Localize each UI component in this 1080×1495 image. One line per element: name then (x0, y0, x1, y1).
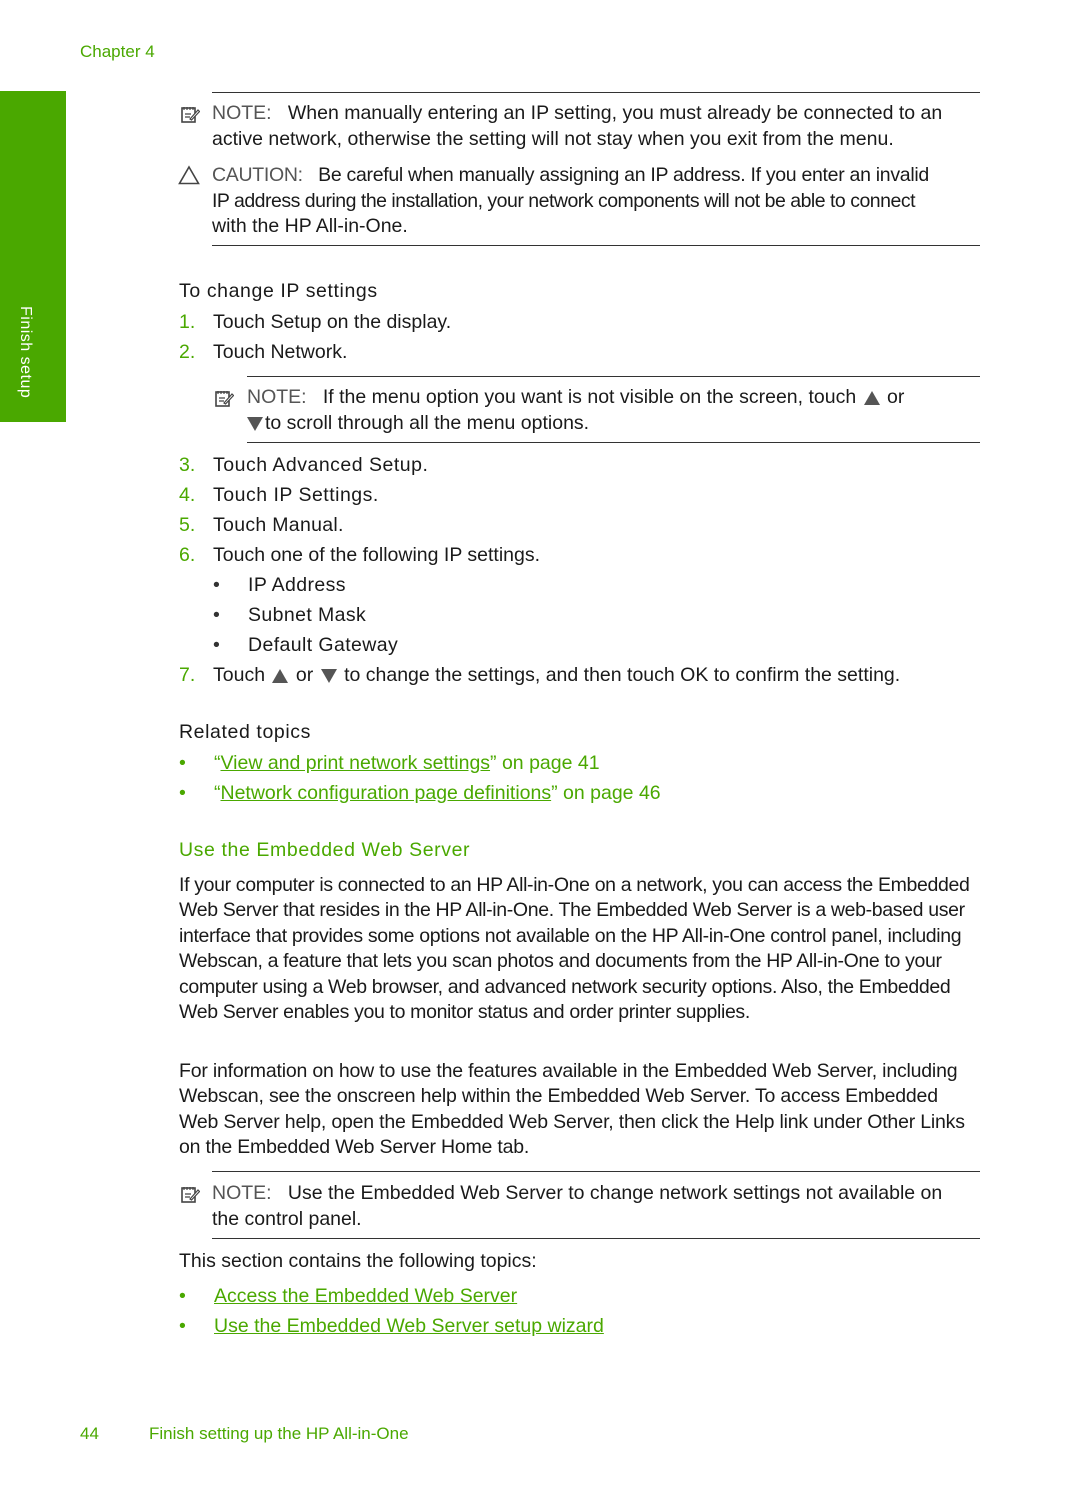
note-line: NOTE: Use the Embedded Web Server to cha… (212, 1182, 943, 1204)
caution-text: Be careful when manually assigning an IP… (318, 164, 929, 186)
step-3: 3. Touch Advanced Setup. (179, 454, 429, 476)
step-1: 1. Touch Setup on the display. (179, 311, 452, 333)
topic-link[interactable]: Use the Embedded Web Server setup wizard (214, 1315, 604, 1337)
caution-label: CAUTION: (212, 164, 303, 186)
down-arrow-icon (320, 668, 337, 683)
caution-icon (178, 165, 200, 185)
note-icon (181, 107, 200, 123)
divider (212, 1171, 980, 1172)
section-heading: Use the Embedded Web Server (179, 839, 471, 861)
page-number: 44 (80, 1424, 99, 1443)
ip-option: • IP Address (213, 574, 346, 596)
inner-note-line: NOTE: If the menu option you want is not… (247, 386, 905, 408)
footer-title: Finish setting up the HP All-in-One (149, 1424, 409, 1443)
related-topic-item: • “Network configuration page definitions… (179, 782, 661, 804)
note-text: When manually entering an IP setting, yo… (287, 102, 943, 124)
caution-line: with the HP All-in-One. (212, 215, 408, 237)
caution-line: CAUTION: Be careful when manually assign… (212, 163, 929, 187)
chapter-label: Chapter 4 (80, 42, 155, 61)
divider (247, 442, 980, 443)
step-4: 4. Touch IP Settings. (179, 484, 379, 506)
up-arrow-icon (863, 390, 880, 405)
related-topic-item: • “View and print network settings” on pa… (179, 752, 600, 774)
divider (247, 376, 980, 377)
divider (212, 245, 980, 246)
ip-option: • Subnet Mask (213, 604, 367, 626)
down-arrow-icon (247, 416, 263, 431)
related-topics-title: Related topics (179, 721, 311, 743)
related-topic-link[interactable]: Network configuration page definitions (221, 782, 552, 804)
topics-intro: This section contains the following topi… (179, 1250, 537, 1272)
topic-link[interactable]: Access the Embedded Web Server (214, 1285, 517, 1307)
caution-line: IP address during the installation, your… (212, 190, 916, 212)
note-label: NOTE: (212, 1182, 272, 1204)
side-tab: Finish setup (0, 91, 66, 422)
step-5: 5. Touch Manual. (179, 514, 344, 536)
related-topic-link[interactable]: View and print network settings (221, 752, 491, 774)
note-line: NOTE: When manually entering an IP setti… (212, 101, 942, 125)
step-7: 7. Touch or to change the settings, and t… (179, 664, 901, 686)
divider (212, 1238, 980, 1239)
inner-note-line: to scroll through all the menu options. (247, 411, 589, 435)
section-paragraph: For information on how to use the featur… (179, 1060, 965, 1159)
side-tab-label: Finish setup (17, 306, 34, 399)
divider (212, 92, 980, 93)
step-2: 2. Touch Network. (179, 341, 348, 363)
section-paragraph: If your computer is connected to an HP A… (179, 874, 970, 1024)
up-arrow-icon (272, 668, 289, 683)
note-label: NOTE: (247, 386, 307, 408)
ip-option: • Default Gateway (213, 634, 399, 656)
procedure-title: To change IP settings (179, 280, 378, 302)
note-icon (215, 391, 234, 407)
note-icon (181, 1187, 200, 1203)
note-line: active network, otherwise the setting wi… (212, 128, 894, 150)
topic-item: • Use the Embedded Web Server setup wizar… (179, 1315, 604, 1337)
note-line: the control panel. (212, 1208, 362, 1230)
note-label: NOTE: (212, 102, 272, 124)
topic-item: • Access the Embedded Web Server (179, 1285, 518, 1307)
step-6: 6. Touch one of the following IP settings… (179, 544, 541, 566)
